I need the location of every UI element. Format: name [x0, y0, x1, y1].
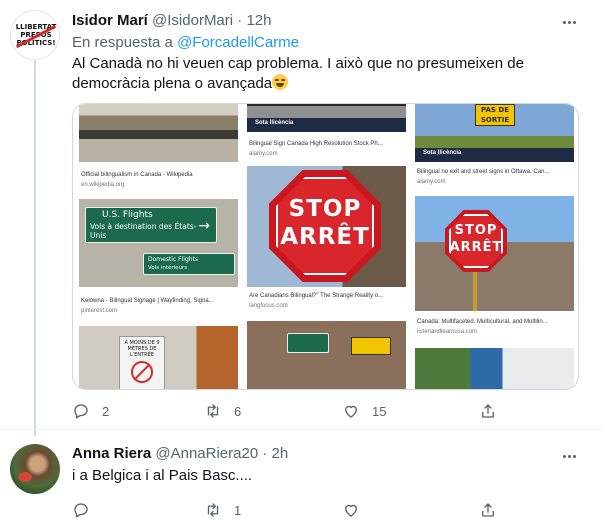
tweet-header: Anna Riera @AnnaRiera20 · 2h	[72, 444, 288, 464]
domestic-flights-sign: Domestic Flights Vols intérieurs	[143, 253, 235, 275]
share-button[interactable]	[479, 399, 497, 423]
tweet-actions: 1	[0, 498, 603, 522]
tweet[interactable]: Anna Riera @AnnaRiera20 · 2h i a Belgica…	[0, 432, 603, 524]
no-smoking-thumbnail: À MOINS DE 9 MÈTRES DE L'ENTRÉE	[79, 326, 238, 389]
no-exit-thumbnail: PAS DE SORTIE Sota llicència	[415, 104, 574, 162]
tweet-actions: 2 6 15	[0, 399, 603, 423]
like-button[interactable]	[342, 498, 372, 522]
street-sign-thumbnail	[247, 321, 406, 389]
yellow-street-sign	[351, 337, 391, 355]
reply-count: 2	[102, 403, 110, 419]
retweet-button[interactable]: 1	[204, 498, 241, 522]
tweet[interactable]: LLIBERTAT PRESOS POLÍTICS! Isidor Marí @…	[0, 0, 603, 436]
display-name[interactable]: Anna Riera	[72, 445, 151, 462]
alamy-thumbnail: Sota llicència	[247, 104, 406, 132]
more-dot-icon	[567, 454, 571, 458]
no-smoking-icon	[131, 361, 153, 383]
result-caption: Kelowna - Bilingual Signage | Wayfinding…	[81, 298, 214, 304]
share-button[interactable]	[479, 498, 497, 522]
more-options-button[interactable]	[557, 12, 581, 32]
result-source: en.wikipedia.org	[81, 182, 125, 188]
tweet-text-content: Al Canadà no hi veuen cap problema. I ai…	[72, 55, 524, 92]
avatar[interactable]	[10, 444, 60, 494]
stop-sign-thumbnail: STOP ARRÊT	[247, 166, 406, 287]
sign-subtitle: Vols à destination des États-Unis	[90, 222, 197, 240]
license-overlay: Sota llicència	[255, 120, 294, 126]
heart-icon	[345, 405, 357, 418]
username[interactable]: @AnnaRiera20	[155, 445, 258, 462]
sign-title: Domestic Flights	[148, 256, 199, 263]
media-column: Official bilingualism in Canada - Wikipe…	[73, 104, 241, 389]
more-dot-icon	[567, 20, 571, 24]
license-overlay: Sota llicència	[423, 150, 462, 156]
tears-of-joy-emoji-icon	[272, 74, 289, 90]
sign-subtitle: Vols intérieurs	[148, 265, 188, 271]
result-caption: Bilingual Sign Canada High Resolution St…	[249, 141, 383, 147]
heart-icon	[345, 504, 357, 517]
display-name[interactable]: Isidor Marí	[72, 12, 148, 29]
result-source: listenandlearnusa.com	[417, 329, 478, 335]
result-caption: Canada: Multifaceted, Multicultural, and…	[417, 319, 548, 325]
retweet-count: 1	[234, 502, 242, 518]
separator-dot: ·	[237, 12, 243, 29]
stop-sign: STOP ARRÊT	[445, 210, 507, 272]
pas-de-sortie-sign: PAS DE SORTIE	[475, 104, 515, 126]
arret-text: ARRÊT	[449, 240, 503, 255]
tweet-text: Al Canadà no hi veuen cap problema. I ai…	[72, 54, 582, 94]
stop-text: STOP	[454, 223, 498, 238]
more-dot-icon	[572, 20, 576, 24]
retweet-icon	[207, 503, 219, 517]
reply-icon	[74, 404, 88, 419]
reply-icon	[74, 503, 88, 518]
timestamp[interactable]: 2h	[272, 445, 289, 462]
more-options-button[interactable]	[557, 446, 581, 466]
building-thumbnail	[79, 104, 238, 162]
stop-text: STOP	[288, 196, 362, 222]
media-image[interactable]: Official bilingualism in Canada - Wikipe…	[72, 103, 579, 390]
result-source: pinterest.com	[81, 308, 118, 314]
tweet-header: Isidor Marí @IsidorMari · 12h	[72, 11, 271, 31]
us-flights-sign: U.S. Flights Vols à destination des État…	[85, 207, 217, 243]
media-column: PAS DE SORTIE Sota llicència Bilingual n…	[409, 104, 578, 389]
more-dot-icon	[572, 454, 576, 458]
like-count: 15	[372, 403, 387, 419]
like-button[interactable]: 15	[342, 399, 386, 423]
avatar[interactable]: LLIBERTAT PRESOS POLÍTICS!	[10, 10, 60, 60]
result-caption: Official bilingualism in Canada - Wikipe…	[81, 172, 193, 178]
username[interactable]: @IsidorMari	[152, 12, 233, 29]
share-icon	[482, 503, 494, 517]
reply-button[interactable]	[72, 498, 102, 522]
tweet-divider	[0, 429, 603, 430]
retweet-icon	[207, 404, 219, 418]
reply-to-link[interactable]: @ForcadellCarme	[177, 34, 299, 51]
arret-text: ARRÊT	[280, 224, 370, 250]
no-smoking-sign: À MOINS DE 9 MÈTRES DE L'ENTRÉE	[119, 336, 165, 389]
reply-context: En respuesta a @ForcadellCarme	[72, 33, 299, 53]
separator-dot: ·	[262, 445, 268, 462]
result-source: alamy.com	[249, 151, 278, 157]
stop-sign-street-thumbnail: STOP ARRÊT	[415, 196, 574, 311]
retweet-count: 6	[234, 403, 242, 419]
media-column: Sota llicència Bilingual Sign Canada Hig…	[241, 104, 409, 389]
airport-sign-thumbnail: U.S. Flights Vols à destination des État…	[79, 199, 238, 287]
reply-button[interactable]: 2	[72, 399, 109, 423]
result-caption: Are Canadians Bilingual?" The Strange Re…	[249, 293, 384, 299]
reply-prefix: En respuesta a	[72, 34, 173, 51]
street-thumbnail	[415, 348, 574, 389]
result-caption: Bilingual no exit and street signs in Ot…	[417, 169, 550, 175]
stop-sign: STOP ARRÊT	[269, 170, 381, 282]
tweet-text: i a Belgica i al Pais Basc....	[72, 467, 253, 484]
green-street-sign	[287, 333, 329, 353]
timestamp[interactable]: 12h	[246, 12, 271, 29]
sign-title: U.S. Flights	[102, 210, 153, 220]
result-source: langfocus.com	[249, 303, 288, 309]
arrow-right-icon: →	[198, 218, 210, 234]
share-icon	[482, 404, 494, 418]
more-dot-icon	[562, 454, 566, 458]
sign-text: À MOINS DE 9 MÈTRES DE L'ENTRÉE	[124, 340, 160, 358]
thread-line	[34, 58, 36, 436]
result-source: alamy.com	[417, 179, 446, 185]
more-dot-icon	[562, 20, 566, 24]
retweet-button[interactable]: 6	[204, 399, 241, 423]
